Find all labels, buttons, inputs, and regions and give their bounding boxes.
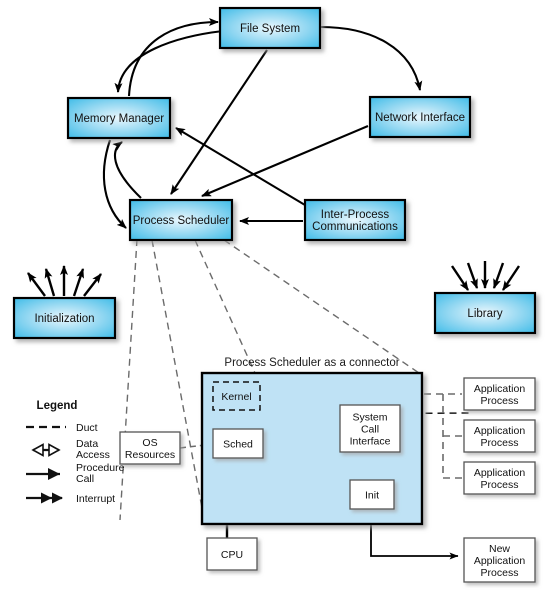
component-label-memory-manager: Memory Manager: [74, 113, 164, 125]
panel-label-sched: Sched: [223, 439, 253, 451]
panel-box-sched[interactable]: Sched: [212, 428, 264, 459]
component-box-file-system[interactable]: File System: [218, 6, 322, 50]
new-application-process-line1: New: [489, 543, 510, 555]
application-process-3-line2: Process: [481, 479, 519, 491]
new-application-process-box[interactable]: New Application Process: [463, 537, 536, 583]
legend: Legend Duct Data Access Procedure Call I…: [26, 400, 125, 505]
panel-label-init: Init: [365, 490, 379, 502]
legend-title: Legend: [37, 400, 78, 412]
panel-caption: Process Scheduler as a connector: [224, 357, 399, 369]
component-label-process-scheduler: Process Scheduler: [133, 215, 230, 227]
cpu-label: CPU: [221, 549, 243, 561]
procedure-call-icon: [26, 468, 60, 480]
application-process-1-line1: Application: [474, 383, 526, 395]
panel-box-system-call-interface[interactable]: System Call Interface: [339, 404, 401, 453]
legend-label-duct: Duct: [76, 422, 98, 434]
component-box-network-interface[interactable]: Network Interface: [368, 95, 472, 139]
component-label-file-system: File System: [240, 23, 300, 35]
application-process-1-line2: Process: [481, 395, 519, 407]
component-box-inter-process-communications[interactable]: Inter-Process Communications: [303, 198, 407, 242]
application-process-box-2[interactable]: Application Process: [463, 419, 536, 453]
syscall-label-line3: Interface: [350, 436, 391, 448]
syscall-label-line2: Call: [361, 424, 379, 436]
component-label-ipc-line1: Inter-Process: [321, 209, 390, 221]
panel-box-kernel[interactable]: Kernel: [212, 381, 261, 411]
component-box-library[interactable]: Library: [433, 291, 537, 335]
legend-item-data-access: Data Access: [31, 438, 110, 461]
legend-item-duct: Duct: [26, 422, 98, 434]
interrupt-icon: [26, 492, 63, 504]
application-process-2-line2: Process: [481, 437, 519, 449]
component-box-process-scheduler[interactable]: Process Scheduler: [128, 198, 234, 242]
panel-box-init[interactable]: Init: [349, 479, 395, 510]
component-boxes: File System Memory Manager Network Inter…: [12, 6, 537, 340]
component-label-ipc-line2: Communications: [312, 221, 398, 233]
component-box-initialization[interactable]: Initialization: [12, 296, 117, 340]
legend-label-interrupt: Interrupt: [76, 493, 115, 505]
application-process-boxes: Application Process Application Process …: [463, 377, 536, 583]
component-label-library: Library: [467, 308, 502, 320]
legend-item-procedure-call: Procedure Call: [26, 462, 125, 485]
side-box-os-resources[interactable]: OS Resources: [119, 431, 181, 465]
panel-label-kernel: Kernel: [221, 391, 251, 403]
syscall-label-line1: System: [352, 412, 387, 424]
os-resources-label-line2: Resources: [125, 449, 175, 461]
os-resources-label-line1: OS: [142, 437, 157, 449]
data-access-icon: [31, 443, 61, 457]
legend-label-data-access-2: Access: [76, 449, 110, 461]
new-application-process-line3: Process: [481, 567, 519, 579]
legend-label-procedure-call-2: Call: [76, 473, 94, 485]
application-process-box-1[interactable]: Application Process: [463, 377, 536, 411]
side-box-cpu[interactable]: CPU: [206, 537, 258, 571]
legend-item-interrupt: Interrupt: [26, 492, 115, 505]
application-process-box-3[interactable]: Application Process: [463, 461, 536, 495]
application-process-2-line1: Application: [474, 425, 526, 437]
component-box-memory-manager[interactable]: Memory Manager: [66, 96, 172, 140]
component-label-network-interface: Network Interface: [375, 112, 465, 124]
diagram-canvas: Process Scheduler as a connector File Sy…: [0, 0, 549, 590]
new-application-process-line2: Application: [474, 555, 526, 567]
node-layer: Process Scheduler as a connector File Sy…: [12, 6, 537, 583]
component-label-initialization: Initialization: [34, 313, 94, 325]
application-process-3-line1: Application: [474, 467, 526, 479]
